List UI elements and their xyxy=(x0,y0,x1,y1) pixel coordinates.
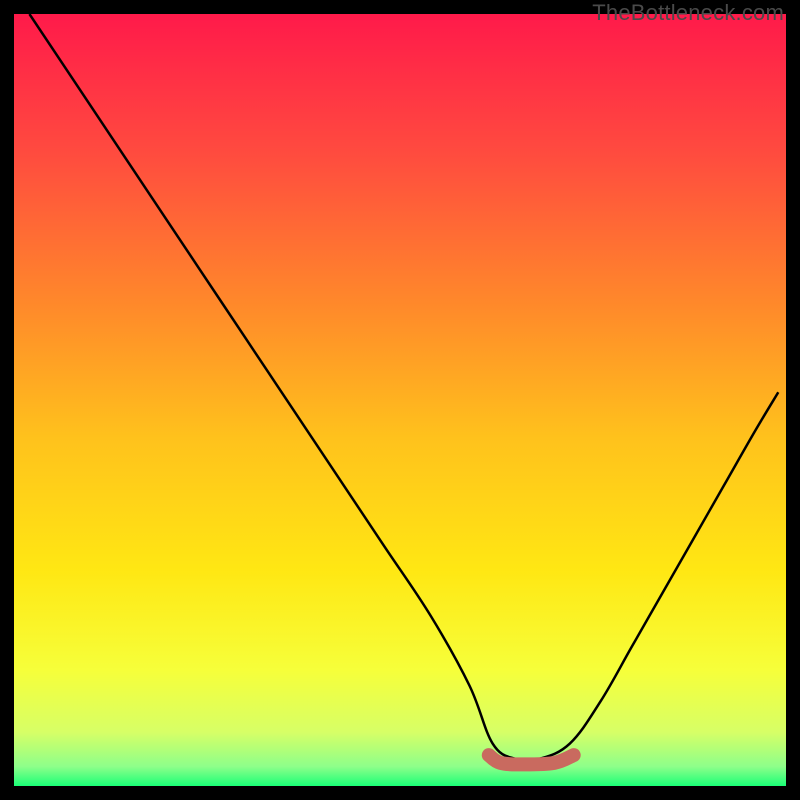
watermark-text: TheBottleneck.com xyxy=(592,0,784,26)
chart-background-gradient xyxy=(14,14,786,786)
bottleneck-chart xyxy=(14,14,786,786)
chart-plot-area xyxy=(14,14,786,786)
